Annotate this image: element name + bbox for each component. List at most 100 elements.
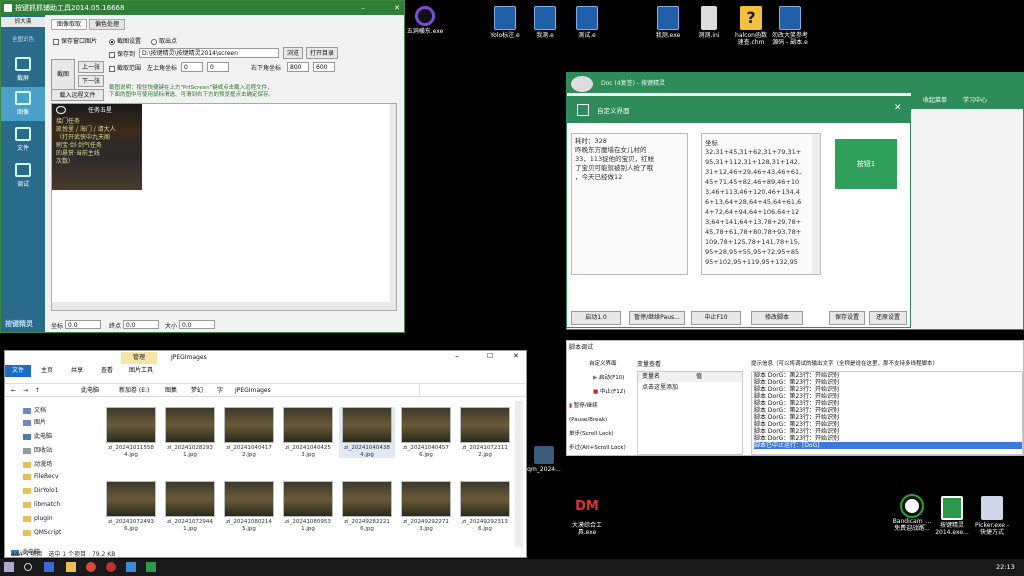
- nav-item[interactable]: 回收站: [23, 445, 52, 454]
- forward-arrow-icon[interactable]: →: [23, 384, 28, 397]
- menu-pause[interactable]: 暂停/继续(Pause/Break): [569, 403, 607, 423]
- back-arrow-icon[interactable]: ←: [11, 384, 16, 397]
- menu-stop[interactable]: 中止(F12): [600, 389, 625, 395]
- tab-home[interactable]: 主页: [41, 365, 53, 377]
- file-item[interactable]: zi_20241072944 1.jpg: [162, 481, 218, 532]
- sidebar-item-image[interactable]: 图像: [1, 87, 45, 121]
- open-folder-button[interactable]: 打开目录: [306, 47, 338, 59]
- close-button[interactable]: ✕: [513, 352, 519, 360]
- desktop-icon-7[interactable]: 勿改大笑参考 源码 - 副本.e: [760, 6, 820, 46]
- file-item[interactable]: zi_20241040457 6.jpg: [398, 407, 454, 458]
- file-item[interactable]: zi_20241011558 4.jpg: [103, 407, 159, 458]
- file-item[interactable]: zi_20249292271 3.jpg: [398, 481, 454, 532]
- file-item[interactable]: zi_20241040425 3.jpg: [280, 407, 336, 458]
- bottom-right-x-field[interactable]: 800: [287, 62, 309, 72]
- windows-start-icon[interactable]: [4, 562, 14, 572]
- nav-item[interactable]: 此电脑: [23, 431, 52, 440]
- file-item[interactable]: zi_20241072493 6.jpg: [103, 481, 159, 532]
- file-item[interactable]: zi_20241080953 1.jpg: [280, 481, 336, 532]
- vertical-scrollbar[interactable]: [515, 401, 523, 547]
- menu-step[interactable]: 单步(Scroll Lock): [569, 431, 614, 437]
- tab-file[interactable]: 文件: [5, 365, 31, 377]
- file-item[interactable]: zi_20241072111 2.jpg: [457, 407, 513, 458]
- minimize-button[interactable]: –: [355, 1, 371, 15]
- var-add-placeholder[interactable]: 点击这里添加: [638, 382, 742, 391]
- learning-center-button[interactable]: 学习中心: [963, 97, 987, 104]
- app-icon[interactable]: [126, 562, 136, 572]
- edit-script-button[interactable]: 修改脚本: [751, 311, 803, 325]
- restore-settings-button[interactable]: 还原设置: [869, 311, 907, 325]
- tab-grab[interactable]: 抓大漠: [1, 17, 45, 27]
- pause-button[interactable]: 暂停/继续Paus...: [629, 311, 685, 325]
- save-window-checkbox[interactable]: 保存窗口图片: [53, 36, 97, 45]
- start-button[interactable]: 启动1.0: [571, 311, 621, 325]
- bottom-right-y-field[interactable]: 600: [313, 62, 335, 72]
- log-list[interactable]: 脚本 DorG：第23行：开始识别 脚本 DorG：第23行：开始识别 脚本 D…: [751, 371, 1023, 455]
- up-arrow-icon[interactable]: ↑: [35, 384, 40, 397]
- taskview-icon[interactable]: [44, 562, 54, 572]
- desktop-icon-3[interactable]: 测试.e: [557, 6, 617, 39]
- next-image-button[interactable]: 下一张: [78, 75, 104, 87]
- nav-item[interactable]: libmatch: [23, 501, 60, 508]
- collapse-menu-button[interactable]: 收起菜单: [923, 97, 947, 104]
- menu-step-over[interactable]: 步过(Alt+Scroll Lock): [569, 445, 626, 451]
- nav-item[interactable]: plugin: [23, 515, 53, 522]
- nav-item[interactable]: DirYolo1: [23, 487, 58, 494]
- breadcrumb-item[interactable]: 此电脑: [81, 384, 99, 397]
- search-icon[interactable]: [24, 563, 32, 571]
- horizontal-scrollbar[interactable]: [52, 302, 396, 310]
- minimize-button[interactable]: –: [455, 352, 459, 361]
- vertical-scrollbar[interactable]: [390, 104, 396, 302]
- address-bar[interactable]: ← → ↑ 此电脑 新加卷 (E:) 图集 梦幻 字 JPEGImages: [5, 383, 526, 397]
- script-app-icon[interactable]: [146, 562, 156, 572]
- result-textarea[interactable]: 耗时：328 昨晚东方魔墙在女儿村的 33，113捉他的宝贝，红帐 了宝贝可能就…: [571, 133, 688, 275]
- file-item[interactable]: zi_20241080214 5.jpg: [221, 481, 277, 532]
- file-item-selected[interactable]: zi_20241040438 4.jpg: [339, 407, 395, 458]
- menu-custom-ui[interactable]: 自定义界面: [567, 357, 633, 371]
- nav-item[interactable]: QMScript: [23, 529, 61, 536]
- top-left-y-field[interactable]: 0: [207, 62, 229, 72]
- explorer-icon[interactable]: [66, 562, 76, 572]
- file-item[interactable]: zi_20241040417 2.jpg: [221, 407, 277, 458]
- breadcrumb-item[interactable]: 字: [217, 384, 223, 397]
- nav-item[interactable]: FileRecv: [23, 473, 58, 480]
- green-action-button[interactable]: 按钮1: [835, 139, 897, 189]
- tab-color-offset[interactable]: 偏色处理: [89, 19, 125, 30]
- menu-start[interactable]: 启动(F10): [599, 375, 624, 381]
- close-icon[interactable]: ✕: [894, 103, 902, 113]
- tab-picture-tools[interactable]: 图片工具: [129, 365, 153, 377]
- breadcrumb-item[interactable]: 图集: [165, 384, 177, 397]
- desktop-icon-b1[interactable]: DM 大漠综合工 具.exe: [557, 496, 617, 536]
- sidebar-item-debug[interactable]: 调试: [1, 159, 45, 193]
- save-path-field[interactable]: D:\按键精灵\按键精灵2014\screen: [139, 48, 279, 58]
- tab-manage[interactable]: 管理: [121, 352, 157, 364]
- nav-item[interactable]: 动漫场: [23, 459, 52, 468]
- vertical-scrollbar[interactable]: [812, 134, 820, 274]
- stop-button[interactable]: 中止F10: [691, 311, 741, 325]
- breadcrumb-item[interactable]: 梦幻: [191, 384, 203, 397]
- nav-item[interactable]: 图片: [23, 417, 46, 426]
- save-settings-button[interactable]: 保存设置: [829, 311, 865, 325]
- top-left-x-field[interactable]: 0: [181, 62, 203, 72]
- image-preview-area[interactable]: 任务五星 接门任务 凯悦里 / 海门 / 请大人 （打开武侠中九天阁 刷宝·剑·…: [51, 103, 397, 311]
- file-item[interactable]: zi_20249292313 6.jpg: [457, 481, 513, 532]
- breadcrumb-item[interactable]: JPEGImages: [235, 384, 271, 397]
- load-remote-button[interactable]: 载入远程文件: [51, 89, 104, 101]
- maximize-button[interactable]: ☐: [487, 352, 493, 360]
- file-item[interactable]: zi_20241028293 1.jpg: [162, 407, 218, 458]
- radio-capture-settings[interactable]: 截图设置: [109, 36, 141, 45]
- radio-pick-point[interactable]: 取出点: [151, 36, 177, 45]
- record-icon[interactable]: [106, 562, 116, 572]
- breadcrumb-item[interactable]: 新加卷 (E:): [119, 384, 149, 397]
- close-button[interactable]: ✕: [389, 1, 404, 15]
- desktop-icon-b4[interactable]: Picker.exe - 快捷方式: [962, 496, 1022, 536]
- chrome-icon[interactable]: [86, 562, 96, 572]
- tab-image-capture[interactable]: 图像取取: [51, 19, 87, 30]
- var-table[interactable]: 变量名 值 点击这里添加: [637, 371, 743, 455]
- search-input[interactable]: [419, 384, 523, 396]
- sidebar-item-screenshot[interactable]: 截屏: [1, 53, 45, 87]
- save-to-checkbox[interactable]: 保存到: [109, 49, 135, 58]
- sidebar-item-file[interactable]: 文件: [1, 123, 45, 157]
- browse-button[interactable]: 浏览: [283, 47, 303, 59]
- tab-share[interactable]: 共享: [71, 365, 83, 377]
